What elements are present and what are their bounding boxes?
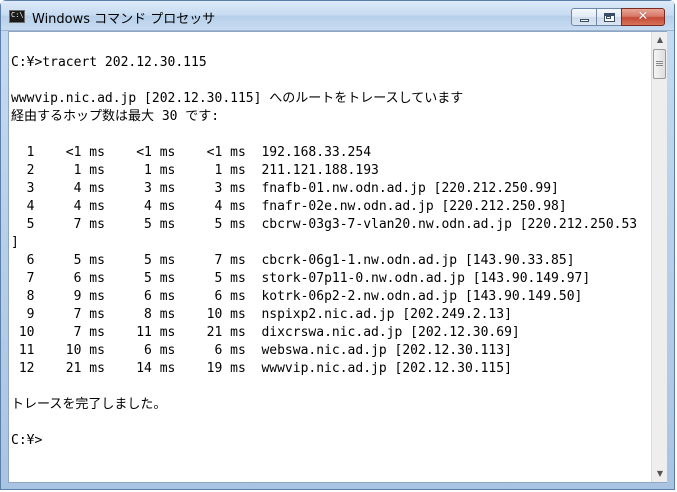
console-line: ]: [11, 235, 19, 250]
console-line: wwwvip.nic.ad.jp [202.12.30.115] へのルートをト…: [11, 91, 464, 106]
scroll-down-arrow-icon[interactable]: ▼: [652, 466, 668, 482]
console-line: 8 9 ms 6 ms 6 ms kotrk-06p2-2.nw.odn.ad.…: [11, 289, 583, 304]
console-line: 10 7 ms 11 ms 21 ms dixcrswa.nic.ad.jp […: [11, 325, 520, 340]
console-line: 7 6 ms 5 ms 5 ms stork-07p11-0.nw.odn.ad…: [11, 271, 591, 286]
console-line: 1 <1 ms <1 ms <1 ms 192.168.33.254: [11, 145, 372, 160]
console-line: C:¥>tracert 202.12.30.115: [11, 55, 207, 70]
console-client-area[interactable]: C:¥>tracert 202.12.30.115 wwwvip.nic.ad.j…: [8, 31, 667, 483]
minimize-button[interactable]: [571, 8, 597, 26]
thumb-grip-line: [656, 65, 663, 66]
window-title: Windows コマンド プロセッサ: [32, 12, 216, 27]
console-line: 5 7 ms 5 ms 5 ms cbcrw-03g3-7-vlan20.nw.…: [11, 217, 638, 232]
console-line: 11 10 ms 6 ms 6 ms webswa.nic.ad.jp [202…: [11, 343, 512, 358]
console-line: 12 21 ms 14 ms 19 ms wwwvip.nic.ad.jp [2…: [11, 361, 512, 376]
thumb-grip-line: [656, 61, 663, 62]
console-line: 9 7 ms 8 ms 10 ms nspixp2.nic.ad.jp [202…: [11, 307, 512, 322]
console-line: 3 4 ms 3 ms 3 ms fnafb-01.nw.odn.ad.jp […: [11, 181, 559, 196]
title-bar[interactable]: C:\ Windows コマンド プロセッサ ✕: [1, 1, 674, 31]
vertical-scrollbar[interactable]: ▲ ▼: [651, 32, 667, 482]
console-output[interactable]: C:¥>tracert 202.12.30.115 wwwvip.nic.ad.j…: [11, 36, 651, 480]
close-icon: ✕: [637, 9, 649, 24]
command-prompt-window: C:\ Windows コマンド プロセッサ ✕ C:¥>tracert 202…: [0, 0, 675, 490]
console-app-icon[interactable]: C:\: [9, 10, 25, 23]
scroll-up-arrow-icon[interactable]: ▲: [652, 32, 668, 48]
maximize-icon: [604, 13, 615, 22]
console-line: C:¥>: [11, 433, 43, 448]
console-line: 6 5 ms 5 ms 7 ms cbcrk-06g1-1.nw.odn.ad.…: [11, 253, 575, 268]
minimize-icon: [580, 19, 589, 22]
close-button[interactable]: ✕: [621, 8, 665, 26]
console-line: トレースを完了しました。: [11, 397, 167, 412]
console-line: 2 1 ms 1 ms 1 ms 211.121.188.193: [11, 163, 379, 178]
thumb-grip-line: [656, 63, 663, 64]
app-icon-label: C:\: [11, 11, 24, 19]
maximize-button[interactable]: [596, 8, 622, 26]
console-line: 経由するホップ数は最大 30 です:: [11, 109, 220, 124]
scrollbar-thumb[interactable]: [653, 49, 666, 79]
console-line: 4 4 ms 4 ms 4 ms fnafr-02e.nw.odn.ad.jp …: [11, 199, 567, 214]
